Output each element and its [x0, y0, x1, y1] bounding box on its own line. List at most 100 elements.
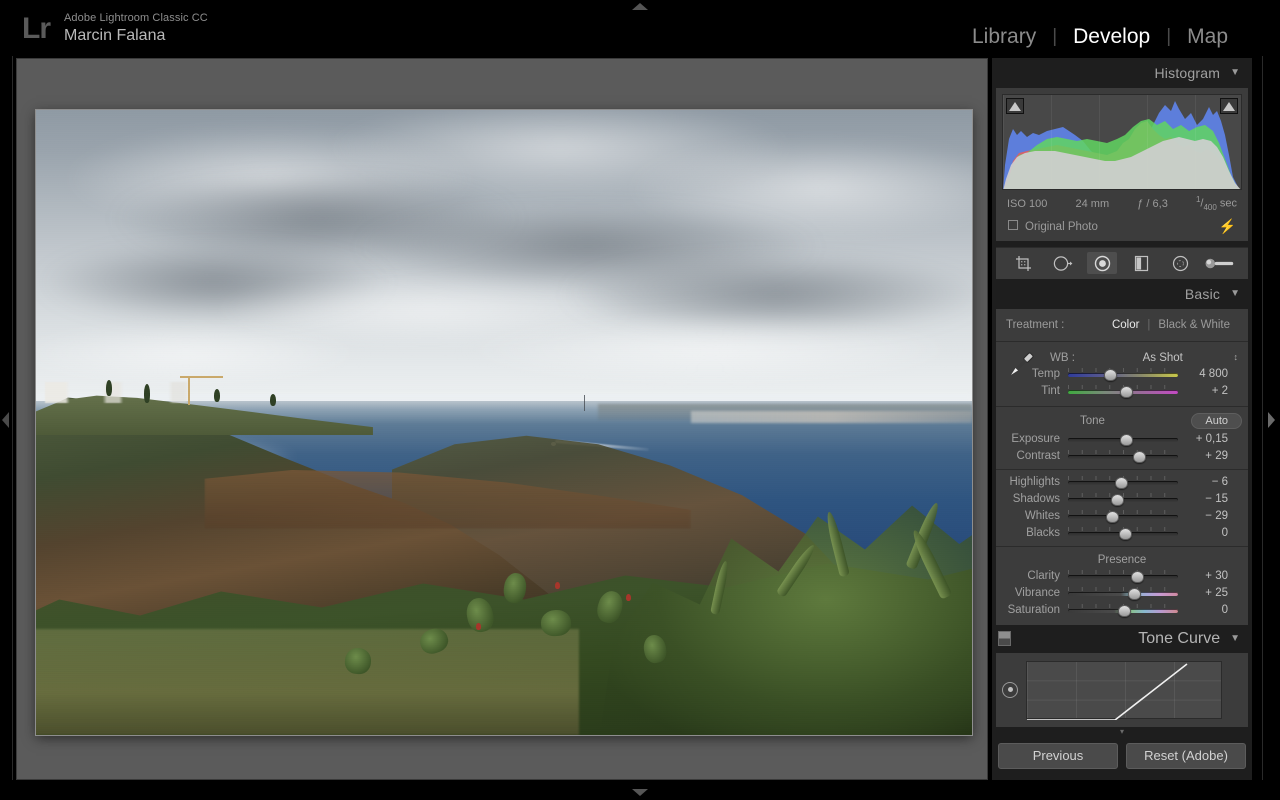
left-panel-collapse-arrow-icon[interactable] [2, 412, 9, 428]
tone-curve-enable-toggle-icon[interactable] [998, 631, 1011, 647]
slider-knob[interactable] [1115, 476, 1129, 489]
right-panel-edge [1262, 56, 1263, 780]
slider-vibrance[interactable]: Vibrance + 25 [996, 585, 1248, 602]
slider-knob[interactable] [1111, 493, 1124, 506]
slider-track-area[interactable] [1068, 433, 1178, 446]
spot-removal-tool[interactable] [1048, 252, 1078, 274]
chevron-down-icon[interactable]: ▼ [1230, 633, 1240, 644]
slider-saturation[interactable]: Saturation 0 [996, 602, 1248, 619]
chevron-down-icon[interactable]: ▼ [1230, 68, 1240, 78]
treatment-black-and-white-option[interactable]: Black & White [1150, 319, 1238, 331]
crop-overlay-tool[interactable] [1009, 252, 1039, 274]
slider-label: Whites [1024, 510, 1060, 523]
radial-filter-tool[interactable] [1166, 252, 1196, 274]
divider [996, 468, 1248, 470]
slider-value[interactable]: + 30 [1178, 570, 1232, 582]
slider-knob[interactable] [1119, 385, 1133, 398]
highlight-clipping-indicator[interactable] [1220, 98, 1238, 114]
graduated-filter-tool[interactable] [1127, 252, 1157, 274]
stepper-icon[interactable]: ↕ [1234, 353, 1239, 362]
previous-button[interactable]: Previous [998, 742, 1118, 769]
module-develop[interactable]: Develop [1057, 24, 1166, 50]
slider-tint[interactable]: Tint + 2 [996, 383, 1248, 400]
white-balance-selector-icon[interactable] [1004, 348, 1038, 382]
auto-tone-button[interactable]: Auto [1191, 412, 1242, 429]
slider-track-area[interactable] [1068, 384, 1178, 398]
slider-knob[interactable] [1127, 587, 1141, 600]
histogram-graph[interactable] [1002, 94, 1242, 190]
wb-label: WB : [1050, 351, 1075, 364]
exif-shutter-speed: 1/400 sec [1195, 195, 1237, 212]
slider-knob[interactable] [1118, 527, 1132, 540]
tone-curve-graph[interactable] [1026, 660, 1222, 720]
identity-plate[interactable]: Adobe Lightroom Classic CC Marcin Falana [64, 12, 208, 45]
slider-whites[interactable]: Whites − 29 [996, 508, 1248, 525]
slider-track-area[interactable] [1068, 449, 1178, 463]
tone-curve-panel-header[interactable]: Tone Curve ▼ [992, 624, 1252, 653]
module-library[interactable]: Library [956, 24, 1052, 50]
top-panel-collapse-arrow-icon[interactable] [632, 3, 648, 10]
treatment-row: Treatment : Color | Black & White [996, 315, 1248, 337]
histogram-channels [1003, 101, 1241, 189]
photo-frame[interactable] [36, 110, 972, 735]
tone-label: Tone [1080, 414, 1105, 427]
panel-end-collapse-caret-icon[interactable]: ▾ [992, 726, 1252, 737]
slider-value[interactable]: 0 [1178, 604, 1232, 616]
slider-shadows[interactable]: Shadows − 15 [996, 491, 1248, 508]
product-name: Adobe Lightroom Classic CC [64, 12, 208, 24]
slider-label: Shadows [1012, 493, 1060, 506]
targeted-adjustment-tool-icon[interactable] [1002, 681, 1018, 698]
slider-value[interactable]: 0 [1178, 527, 1232, 539]
module-picker: Library | Develop | Map [956, 24, 1244, 50]
slider-knob[interactable] [1130, 570, 1144, 583]
slider-track-area[interactable] [1068, 569, 1178, 583]
slider-value[interactable]: − 29 [1178, 510, 1232, 522]
red-eye-correction-tool[interactable] [1087, 252, 1118, 275]
slider-track-area[interactable] [1068, 526, 1178, 540]
slider-knob[interactable] [1104, 368, 1118, 381]
slider-track-area[interactable] [1068, 603, 1178, 617]
slider-exposure[interactable]: Exposure + 0,15 [996, 431, 1248, 448]
basic-title: Basic [1184, 285, 1221, 302]
white-balance-block: WB : As Shot ↕ Temp 4 800 Tint + 2 [996, 346, 1248, 402]
slider-knob[interactable] [1133, 450, 1146, 463]
module-map[interactable]: Map [1171, 24, 1244, 50]
slider-value[interactable]: 4 800 [1178, 368, 1232, 380]
panel-footer-buttons: Previous Reset (Adobe) [992, 737, 1252, 769]
image-viewport[interactable] [16, 58, 988, 780]
histogram-panel-header[interactable]: Histogram ▼ [992, 58, 1252, 88]
slider-value[interactable]: − 6 [1178, 476, 1232, 488]
wb-value[interactable]: As Shot [1096, 352, 1230, 364]
slider-clarity[interactable]: Clarity + 30 [996, 568, 1248, 585]
tone-curve-line [1027, 663, 1188, 720]
slider-value[interactable]: + 2 [1178, 385, 1232, 397]
slider-knob[interactable] [1119, 433, 1133, 446]
slider-value[interactable]: + 29 [1178, 450, 1232, 462]
photo-crane-jib [180, 376, 224, 379]
slider-value[interactable]: − 15 [1178, 493, 1232, 505]
slider-track-area[interactable] [1068, 509, 1178, 523]
basic-panel-header[interactable]: Basic ▼ [992, 278, 1252, 309]
slider-knob[interactable] [1105, 510, 1119, 523]
slider-label: Contrast [1016, 450, 1060, 463]
right-panel-collapse-arrow-icon[interactable] [1268, 412, 1275, 428]
treatment-color-option[interactable]: Color [1104, 319, 1147, 331]
adjustment-brush-tool[interactable] [1205, 252, 1235, 274]
reset-button[interactable]: Reset (Adobe) [1126, 742, 1246, 769]
slider-track-area[interactable] [1068, 586, 1178, 600]
original-photo-row[interactable]: Original Photo ⚡ [1002, 214, 1242, 239]
slider-value[interactable]: + 25 [1178, 587, 1232, 599]
checkbox-icon[interactable] [1008, 219, 1018, 230]
slider-track-area[interactable] [1068, 475, 1178, 489]
slider-track-area[interactable] [1068, 492, 1178, 506]
slider-value[interactable]: + 0,15 [1178, 433, 1232, 445]
histogram-title: Histogram [1154, 65, 1221, 81]
chevron-down-icon[interactable]: ▼ [1230, 288, 1240, 299]
slider-blacks[interactable]: Blacks 0 [996, 525, 1248, 542]
shadow-clipping-indicator[interactable] [1006, 98, 1024, 114]
slider-contrast[interactable]: Contrast + 29 [996, 448, 1248, 465]
bottom-panel-collapse-arrow-icon[interactable] [632, 789, 648, 796]
slider-knob[interactable] [1117, 604, 1131, 617]
slider-track-area[interactable] [1068, 367, 1178, 381]
slider-highlights[interactable]: Highlights − 6 [996, 474, 1248, 491]
